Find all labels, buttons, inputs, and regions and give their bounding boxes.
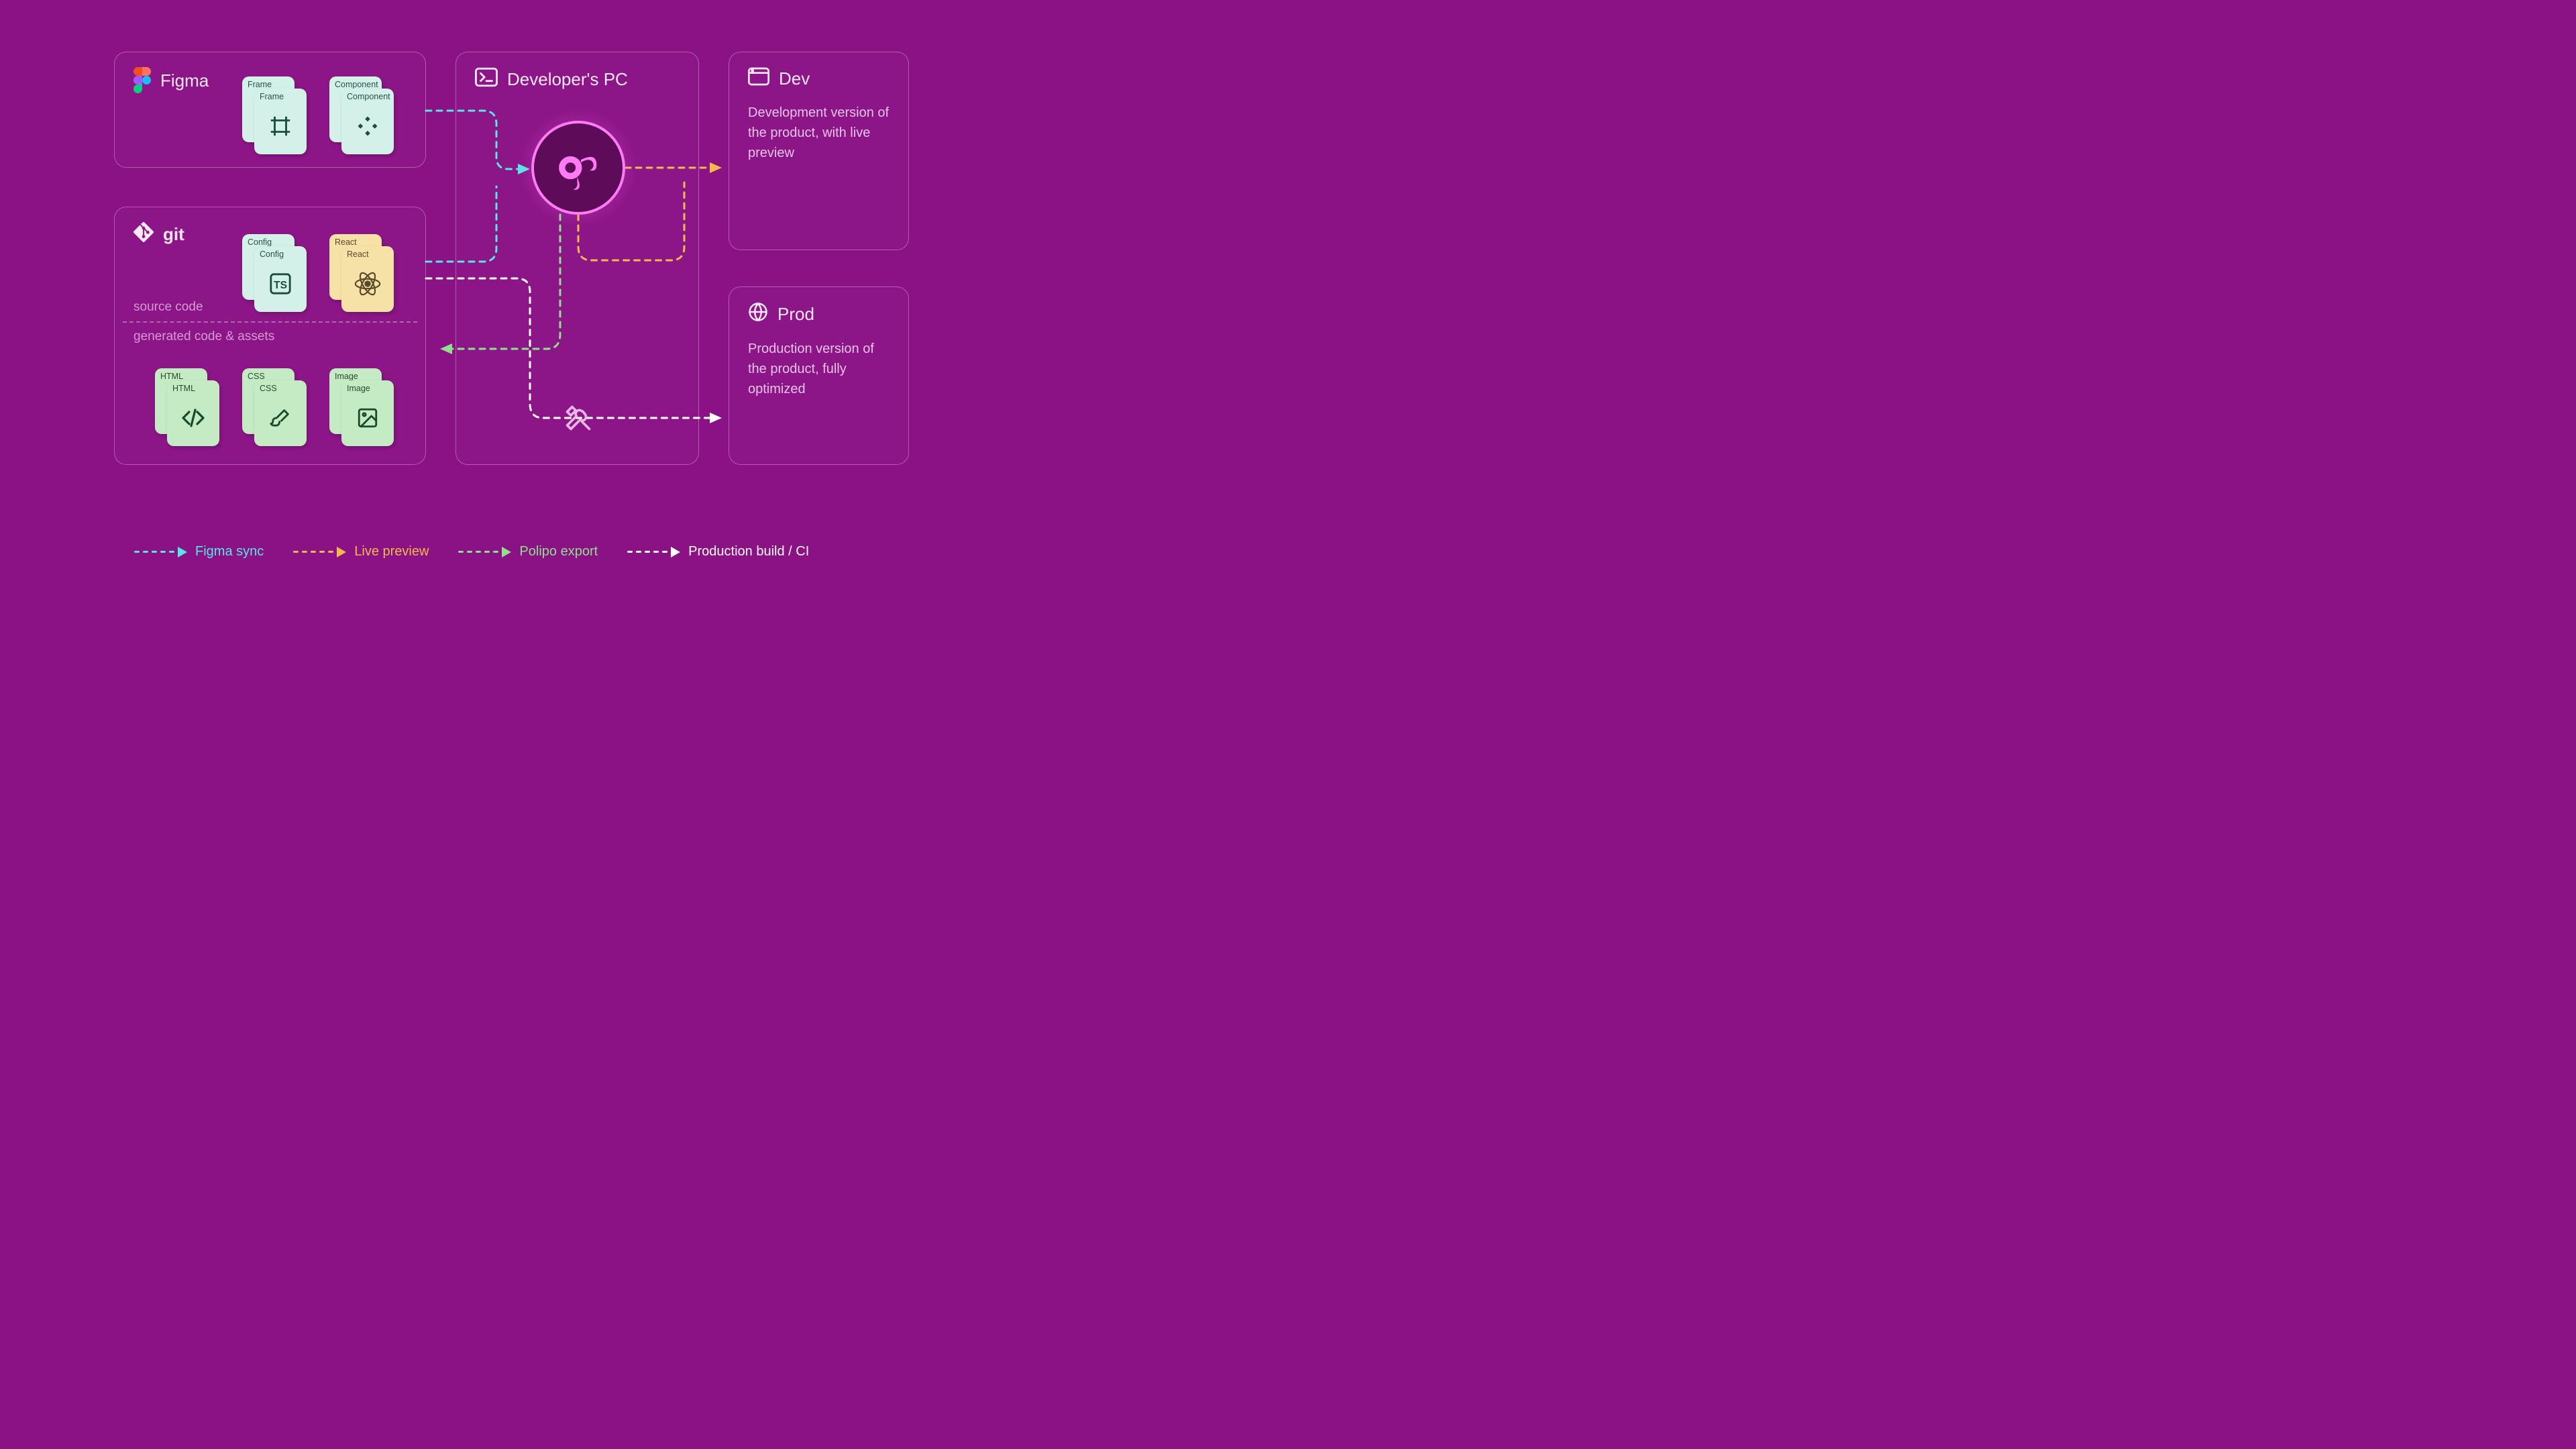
typescript-icon: TS [257,259,304,308]
prod-panel: Prod Production version of the product, … [729,286,909,465]
html-icon [170,393,217,442]
file-css-front: CSS [254,380,307,446]
source-code-label: source code [133,300,203,315]
file-frame-front: Frame [254,89,307,154]
polipo-logo [531,121,625,215]
figma-icon [133,67,151,94]
prod-description: Production version of the product, fully… [729,327,908,411]
terminal-icon [475,67,498,92]
git-panel: git Config Config TS React React source … [114,207,426,465]
git-icon [133,222,154,247]
react-icon [344,259,391,308]
developer-pc-title: Developer's PC [507,69,628,90]
image-icon [344,393,391,442]
legend: Figma sync Live preview Polipo export Pr… [134,544,809,559]
file-component-front: Component [341,89,394,154]
generated-code-label: generated code & assets [133,329,274,344]
legend-production-build: Production build / CI [627,544,809,559]
dev-title: Dev [779,68,810,89]
file-html-front: HTML [167,380,219,446]
prod-title: Prod [777,304,814,325]
app-window-icon [748,67,769,91]
file-image-front: Image [341,380,394,446]
legend-polipo-export: Polipo export [458,544,598,559]
frame-icon [257,101,304,150]
globe-icon [748,302,768,327]
dev-description: Development version of the product, with… [729,91,908,175]
polipo-icon [552,142,604,194]
file-react-front: React [341,246,394,312]
component-icon [344,101,391,150]
build-tools-icon [564,403,593,436]
brush-icon [257,393,304,442]
svg-text:TS: TS [274,280,287,291]
dev-panel: Dev Development version of the product, … [729,52,909,250]
figma-title: Figma [160,70,209,91]
file-config-front: Config TS [254,246,307,312]
legend-live-preview: Live preview [293,544,429,559]
git-title: git [163,224,184,245]
git-divider [123,321,417,323]
legend-figma-sync: Figma sync [134,544,264,559]
figma-panel: Figma Frame Frame Component Component [114,52,426,168]
